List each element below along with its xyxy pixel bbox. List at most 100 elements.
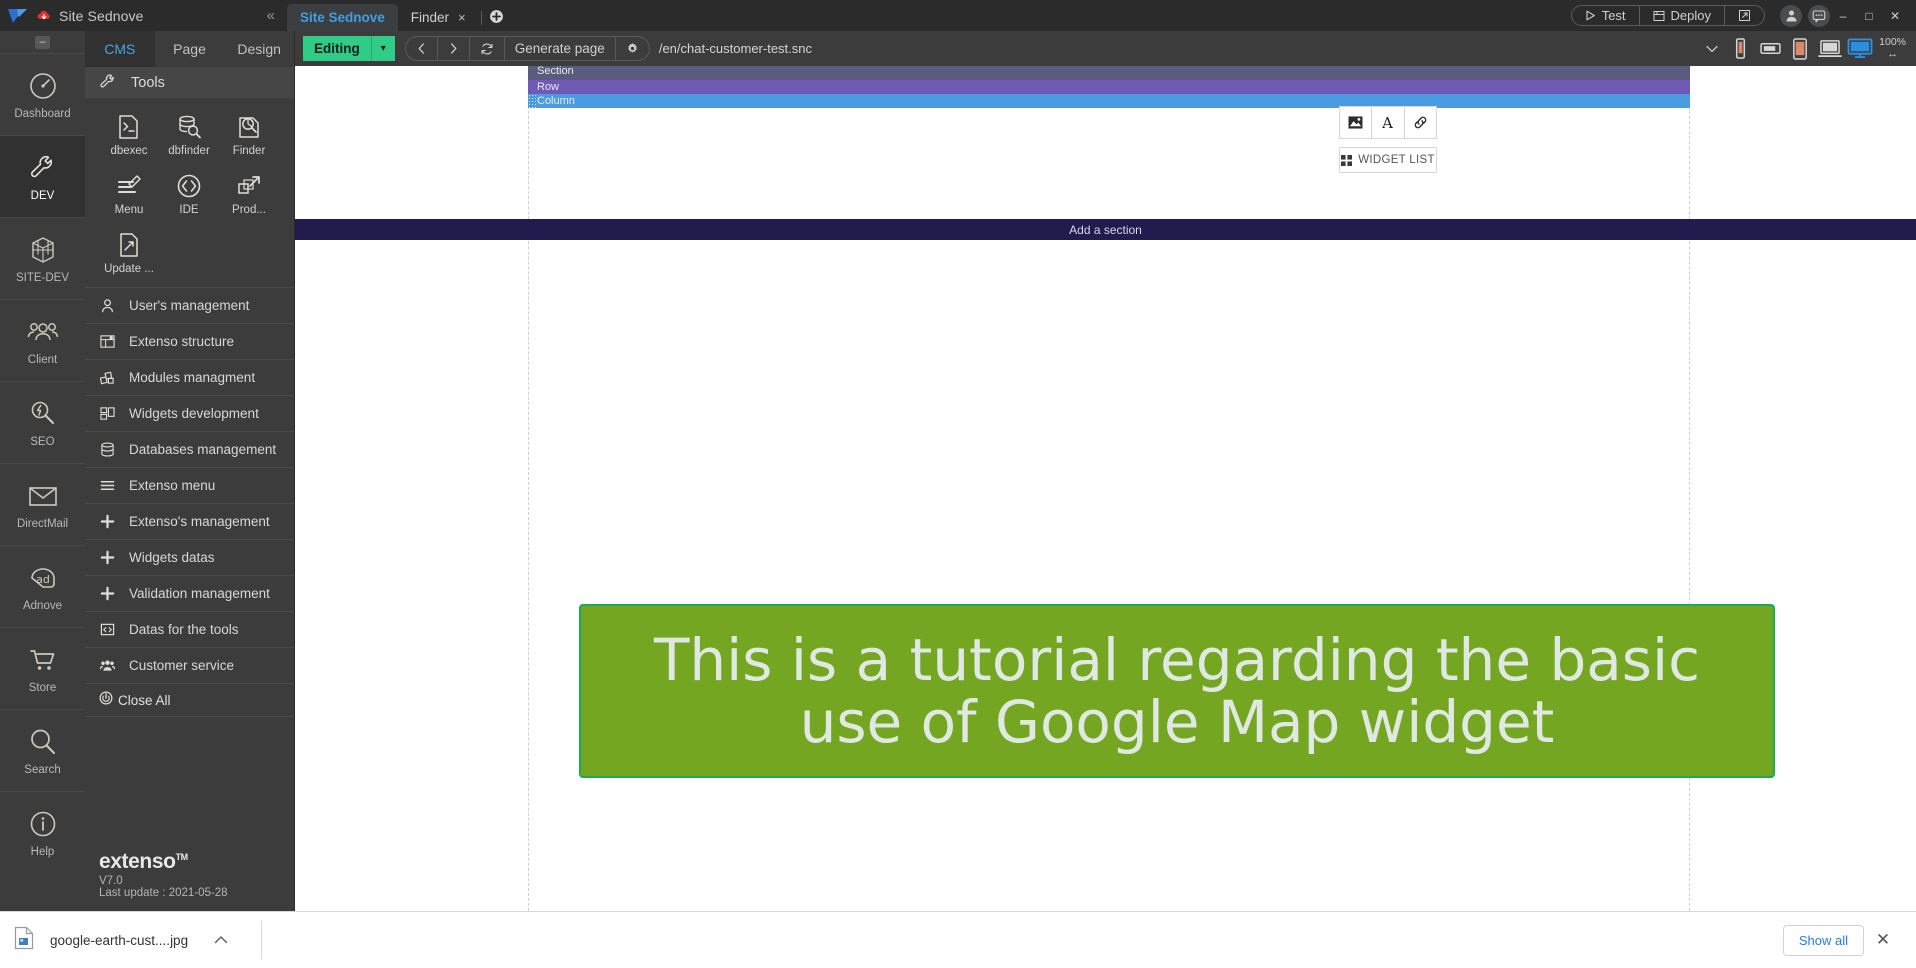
brand-footer: extensoTM V7.0 Last update : 2021-05-28	[85, 850, 294, 911]
tool-dbexec[interactable]: dbexec	[99, 106, 159, 165]
download-chevron-up-icon[interactable]	[214, 933, 228, 947]
app-title: Site Sednove	[59, 7, 144, 24]
column-label-bar[interactable]: Column	[528, 94, 1690, 108]
tool-prod[interactable]: Prod...	[219, 165, 279, 224]
url-chevron-down-icon[interactable]	[1699, 36, 1725, 61]
device-laptop-icon[interactable]	[1815, 34, 1845, 64]
widget-list-button[interactable]: WIDGET LIST	[1339, 147, 1437, 173]
tool-menu[interactable]: Menu	[99, 165, 159, 224]
new-tab-plus-circle-icon[interactable]	[489, 9, 504, 24]
panel-menu-list: User's management Extenso structure Modu…	[85, 287, 294, 683]
section-label-bar[interactable]: Section	[528, 66, 1690, 80]
tab-finder[interactable]: Finder ×	[398, 4, 479, 31]
insert-image-button[interactable]	[1340, 107, 1373, 138]
tab-cms[interactable]: CMS	[85, 31, 155, 67]
window-maximize-icon[interactable]: □	[1856, 0, 1882, 31]
download-item[interactable]: google-earth-cust....jpg	[0, 918, 263, 962]
panel-tab-bar: CMS Page Design	[85, 31, 294, 67]
refresh-button[interactable]	[470, 37, 505, 60]
tab-design[interactable]: Design	[224, 31, 294, 67]
device-phone-portrait-icon[interactable]	[1725, 34, 1755, 64]
app-logo-icon	[7, 7, 29, 25]
deploy-icon	[1653, 10, 1665, 21]
generate-page-label: Generate page	[514, 41, 605, 56]
collapse-sidebar-icon[interactable]: «	[267, 8, 275, 23]
rail-item-seo[interactable]: SEO	[0, 381, 85, 463]
menu-item-widgets-development[interactable]: Widgets development	[85, 395, 294, 431]
nav-back-button[interactable]	[406, 37, 438, 60]
menu-item-validation-management[interactable]: Validation management	[85, 575, 294, 611]
add-section-bar[interactable]: Add a section	[295, 219, 1916, 240]
rail-item-label: SITE-DEV	[15, 272, 70, 284]
show-all-downloads-button[interactable]: Show all	[1782, 924, 1864, 956]
window-minimize-icon[interactable]: –	[1830, 0, 1856, 31]
menu-item-label: Datas for the tools	[129, 622, 239, 637]
open-external-button[interactable]	[1725, 6, 1764, 25]
menu-item-users-management[interactable]: User's management	[85, 287, 294, 323]
add-section-label: Add a section	[1069, 222, 1142, 237]
column-drag-handle[interactable]	[528, 94, 537, 108]
tab-close-icon[interactable]: ×	[458, 10, 466, 25]
tools-title: Tools	[131, 74, 165, 91]
window-close-icon[interactable]: ✕	[1882, 0, 1908, 31]
menu-item-customer-service[interactable]: Customer service	[85, 647, 294, 683]
brand-last-update: Last update : 2021-05-28	[99, 887, 228, 899]
rail-item-label: SEO	[30, 436, 55, 448]
menu-item-modules-managment[interactable]: Modules managment	[85, 359, 294, 395]
page-frame-outline	[528, 66, 1690, 911]
rail-item-adnove[interactable]: ad Adnove	[0, 545, 85, 627]
rail-item-dev[interactable]: DEV	[0, 135, 85, 217]
zoom-level-control[interactable]: 100% ↔	[1875, 37, 1910, 59]
tool-dbfinder[interactable]: dbfinder	[159, 106, 219, 165]
test-button[interactable]: Test	[1572, 6, 1640, 25]
menu-item-extenso-structure[interactable]: Extenso structure	[85, 323, 294, 359]
tool-ide[interactable]: IDE	[159, 165, 219, 224]
deploy-button[interactable]: Deploy	[1640, 6, 1725, 25]
nav-forward-button[interactable]	[438, 37, 470, 60]
brand-name-text: extenso	[99, 850, 176, 873]
url-input[interactable]: /en/chat-customer-test.snc	[650, 36, 1699, 61]
menu-item-extensos-management[interactable]: Extenso's management	[85, 503, 294, 539]
info-circle-icon	[30, 811, 55, 837]
device-tablet-icon[interactable]	[1785, 34, 1815, 64]
row-label-bar[interactable]: Row	[528, 80, 1690, 94]
tool-update[interactable]: Update ...	[99, 224, 159, 283]
widget-quick-buttons: A	[1339, 106, 1437, 139]
rail-item-store[interactable]: Store	[0, 627, 85, 709]
download-bar-close-icon[interactable]: ✕	[1864, 921, 1902, 959]
menu-item-databases-management[interactable]: Databases management	[85, 431, 294, 467]
tool-label: dbexec	[110, 145, 148, 157]
rail-collapse-button[interactable]: –	[0, 31, 85, 53]
rail-item-dashboard[interactable]: Dashboard	[0, 53, 85, 135]
tab-page[interactable]: Page	[155, 31, 225, 67]
column-label: Column	[537, 95, 575, 107]
menu-item-extenso-menu[interactable]: Extenso menu	[85, 467, 294, 503]
close-all-button[interactable]: Close All	[85, 683, 294, 717]
editing-status-label[interactable]: Editing	[303, 36, 371, 61]
device-desktop-icon[interactable]	[1845, 34, 1875, 64]
menu-item-datas-for-the-tools[interactable]: Datas for the tools	[85, 611, 294, 647]
settings-button[interactable]	[616, 37, 649, 60]
rail-item-label: Search	[24, 764, 61, 776]
editing-status-chevron-down-icon[interactable]: ▾	[370, 36, 395, 61]
rail-item-client[interactable]: Client	[0, 299, 85, 381]
generate-page-button[interactable]: Generate page	[505, 37, 616, 60]
svg-text:A: A	[1382, 115, 1394, 130]
tab-site-sednove[interactable]: Site Sednove	[287, 4, 398, 31]
external-link-icon	[1739, 10, 1750, 21]
tool-label: Menu	[114, 204, 144, 216]
rail-item-search[interactable]: Search	[0, 709, 85, 791]
rail-item-directmail[interactable]: DirectMail	[0, 463, 85, 545]
users-icon	[27, 323, 58, 341]
tab-label: Site Sednove	[300, 10, 385, 25]
rail-item-site-dev[interactable]: SITE-DEV	[0, 217, 85, 299]
device-phone-landscape-icon[interactable]	[1755, 34, 1785, 64]
chat-bubble-icon[interactable]	[1808, 4, 1830, 27]
tool-finder[interactable]: Finder	[219, 106, 279, 165]
insert-link-button[interactable]	[1405, 107, 1436, 138]
user-avatar-icon[interactable]	[1780, 4, 1802, 27]
menu-item-widgets-datas[interactable]: Widgets datas	[85, 539, 294, 575]
insert-text-button[interactable]: A	[1372, 107, 1405, 138]
rail-item-help[interactable]: Help	[0, 791, 85, 873]
tab-strip: Site Sednove Finder ×	[287, 0, 504, 31]
